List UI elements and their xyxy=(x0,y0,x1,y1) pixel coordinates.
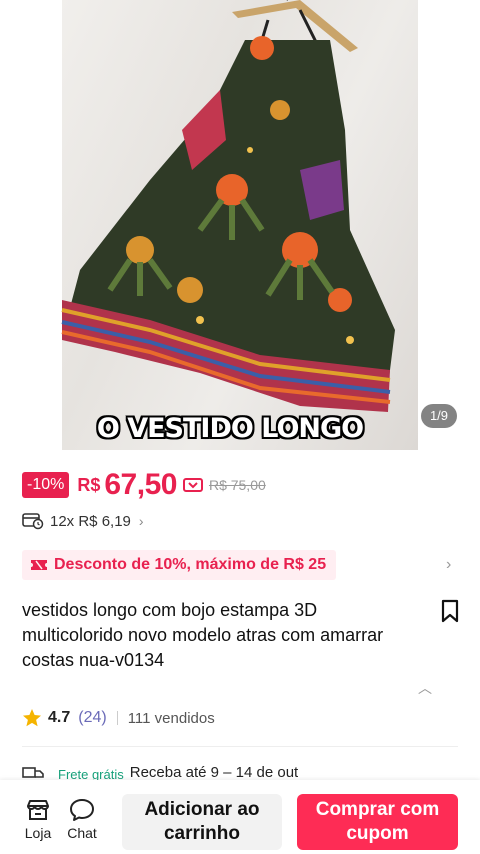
bookmark-icon[interactable] xyxy=(440,599,460,623)
chevron-right-icon[interactable]: › xyxy=(446,556,451,574)
price-row: -10% R$ 67,50 R$ 75,00 xyxy=(22,468,266,502)
store-button[interactable]: Loja xyxy=(18,798,58,841)
delivery-estimate: Receba até 9 – 14 de out xyxy=(129,764,299,781)
sold-count: 111 vendidos xyxy=(127,709,215,727)
chevron-right-icon: › xyxy=(138,513,144,529)
rating-count[interactable]: (24) xyxy=(78,709,106,727)
store-icon xyxy=(27,800,49,820)
chevron-up-icon[interactable]: ︿ xyxy=(418,678,432,698)
product-title: vestidos longo com bojo estampa 3D multi… xyxy=(22,600,384,670)
store-label: Loja xyxy=(24,825,52,841)
add-to-cart-button[interactable]: Adicionar ao carrinho xyxy=(122,794,282,850)
rating-row[interactable]: 4.7 (24) 111 vendidos xyxy=(22,708,215,728)
coupon-icon xyxy=(182,478,203,492)
buy-with-coupon-button[interactable]: Comprar com cupom xyxy=(297,794,458,850)
price-value: 67,50 xyxy=(104,468,177,501)
discount-badge: -10% xyxy=(22,472,70,498)
card-clock-icon xyxy=(22,513,44,530)
discount-banner-text: Desconto de 10%, máximo de R$ 25 xyxy=(54,556,327,573)
video-caption: O VESTIDO LONGO xyxy=(96,413,364,444)
star-icon xyxy=(23,709,41,727)
ticket-icon xyxy=(31,560,47,570)
dress-image xyxy=(61,0,395,412)
installments-row[interactable]: 12x R$ 6,19 › xyxy=(22,512,144,530)
discount-banner[interactable]: Desconto de 10%, máximo de R$ 25 xyxy=(22,550,337,580)
chat-label: Chat xyxy=(67,825,97,841)
separator xyxy=(116,711,118,725)
product-image-carousel[interactable]: 1/9 O VESTIDO LONGO xyxy=(0,0,480,450)
rating-score: 4.7 xyxy=(48,709,71,726)
divider xyxy=(22,746,458,747)
chat-button[interactable]: Chat xyxy=(62,798,102,841)
chat-icon xyxy=(70,799,94,821)
installments-text: 12x R$ 6,19 xyxy=(50,512,131,530)
price-currency: R$ xyxy=(77,474,101,495)
original-price: R$ 75,00 xyxy=(208,477,266,493)
bottom-action-bar: Loja Chat Adicionar ao carrinho Comprar … xyxy=(0,780,480,854)
